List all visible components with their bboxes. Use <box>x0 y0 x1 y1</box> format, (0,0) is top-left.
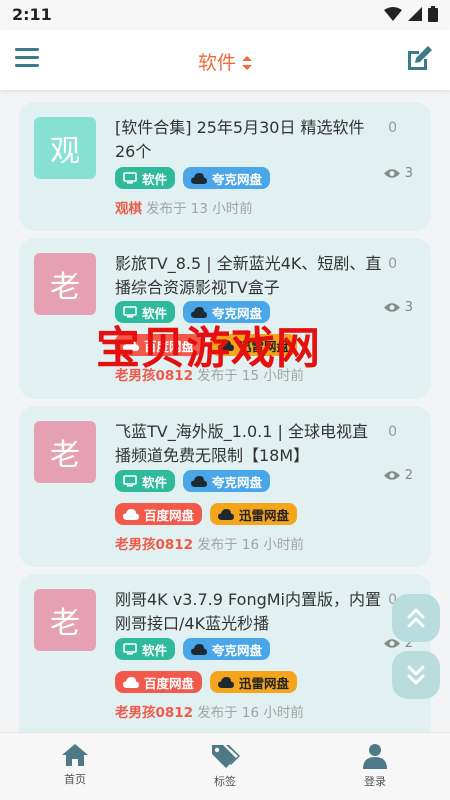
tag-row: 软件 夸克网盘 <box>115 470 271 492</box>
cloud-icon <box>191 475 208 487</box>
post-meta: 老男孩0812 发布于 16 小时前 <box>115 701 304 721</box>
page-title: 软件 <box>197 52 236 74</box>
author-name[interactable]: 老男孩0812 <box>115 537 193 553</box>
scroll-to-bottom-button[interactable] <box>392 651 440 699</box>
software-icon <box>123 643 137 655</box>
post-list[interactable]: 观 [软件合集] 25年5月30日 精选软件26个 0 3 软件 夸克网盘 观棋… <box>0 100 450 732</box>
software-icon <box>123 172 137 184</box>
post-time: 发布于 13 小时前 <box>146 201 253 217</box>
nav-login[interactable]: 登录 <box>300 733 450 800</box>
double-chevron-up-icon <box>407 608 425 628</box>
cloud-icon <box>191 643 208 655</box>
tag-software[interactable]: 软件 <box>115 470 176 492</box>
post-card[interactable]: 老 飞蓝TV_海外版_1.0.1 | 全球电视直播频道免费无限制【18M】 0 … <box>19 406 431 567</box>
tag-baidu-drive[interactable]: 百度网盘 <box>115 503 203 525</box>
status-bar: 2:11 <box>0 0 450 30</box>
comment-count: 0 <box>388 120 397 136</box>
home-icon <box>62 744 88 766</box>
cloud-icon <box>123 508 139 520</box>
bottom-nav: 首页 标签 登录 <box>0 732 450 800</box>
tags-icon <box>212 745 240 768</box>
author-name[interactable]: 观棋 <box>115 201 142 217</box>
cloud-icon <box>218 508 235 520</box>
eye-icon <box>383 471 400 480</box>
view-count-value: 3 <box>404 166 413 181</box>
post-meta: 观棋 发布于 13 小时前 <box>115 197 253 217</box>
post-title[interactable]: 影旅TV_8.5 | 全新蓝光4K、短剧、直播综合资源影视TV盒子 <box>115 252 383 300</box>
app-bar: 软件 <box>0 30 450 90</box>
edit-button[interactable] <box>404 44 436 76</box>
signal-icon <box>408 7 422 21</box>
nav-tags[interactable]: 标签 <box>150 733 300 800</box>
eye-icon <box>383 303 400 312</box>
tag-row: 软件 夸克网盘 <box>115 167 271 189</box>
tag-xunlei-drive[interactable]: 迅雷网盘 <box>210 503 298 525</box>
status-icons <box>384 6 438 22</box>
status-time: 2:11 <box>12 5 52 24</box>
software-icon <box>123 475 137 487</box>
tag-row: 百度网盘 迅雷网盘 <box>115 503 298 525</box>
sort-caret-icon <box>242 53 252 75</box>
view-count: 3 <box>383 300 413 315</box>
avatar: 老 <box>34 589 96 651</box>
eye-icon <box>383 639 400 648</box>
nav-tags-label: 标签 <box>214 775 236 788</box>
tag-quark-drive[interactable]: 夸克网盘 <box>183 167 271 189</box>
category-selector[interactable]: 软件 <box>0 48 450 75</box>
post-time: 发布于 16 小时前 <box>197 537 304 553</box>
nav-home-label: 首页 <box>64 773 86 786</box>
comment-count: 0 <box>388 424 397 440</box>
post-card[interactable]: 观 [软件合集] 25年5月30日 精选软件26个 0 3 软件 夸克网盘 观棋… <box>19 102 431 231</box>
view-count-value: 2 <box>404 468 413 483</box>
post-title[interactable]: 刚哥4K v3.7.9 FongMi内置版，内置刚哥接口/4K蓝光秒播 <box>115 588 383 636</box>
author-name[interactable]: 老男孩0812 <box>115 705 193 721</box>
edit-icon <box>408 46 432 70</box>
nav-login-label: 登录 <box>364 775 386 788</box>
view-count: 3 <box>383 166 413 181</box>
tag-row: 百度网盘 迅雷网盘 <box>115 671 298 693</box>
nav-home[interactable]: 首页 <box>0 733 150 800</box>
double-chevron-down-icon <box>407 665 425 685</box>
user-icon <box>363 744 387 769</box>
scroll-to-top-button[interactable] <box>392 594 440 642</box>
cloud-icon <box>123 676 139 688</box>
eye-icon <box>383 169 400 178</box>
view-count: 2 <box>383 468 413 483</box>
comment-count: 0 <box>388 256 397 272</box>
avatar: 老 <box>34 253 96 315</box>
tag-quark-drive[interactable]: 夸克网盘 <box>183 470 271 492</box>
post-meta: 老男孩0812 发布于 16 小时前 <box>115 533 304 553</box>
cloud-icon <box>218 676 235 688</box>
post-title[interactable]: 飞蓝TV_海外版_1.0.1 | 全球电视直播频道免费无限制【18M】 <box>115 420 383 468</box>
cloud-icon <box>191 172 208 184</box>
tag-quark-drive[interactable]: 夸克网盘 <box>183 638 271 660</box>
tag-row: 软件 夸克网盘 <box>115 638 271 660</box>
avatar: 观 <box>34 117 96 179</box>
tag-xunlei-drive[interactable]: 迅雷网盘 <box>210 671 298 693</box>
post-card[interactable]: 老 刚哥4K v3.7.9 FongMi内置版，内置刚哥接口/4K蓝光秒播 0 … <box>19 574 431 732</box>
tag-baidu-drive[interactable]: 百度网盘 <box>115 671 203 693</box>
watermark-text: 宝贝游戏网 <box>96 323 321 374</box>
tag-software[interactable]: 软件 <box>115 638 176 660</box>
tag-software[interactable]: 软件 <box>115 167 176 189</box>
battery-icon <box>428 6 438 22</box>
post-time: 发布于 16 小时前 <box>197 705 304 721</box>
post-title[interactable]: [软件合集] 25年5月30日 精选软件26个 <box>115 116 383 164</box>
view-count-value: 3 <box>404 300 413 315</box>
wifi-icon <box>384 7 402 21</box>
avatar: 老 <box>34 421 96 483</box>
